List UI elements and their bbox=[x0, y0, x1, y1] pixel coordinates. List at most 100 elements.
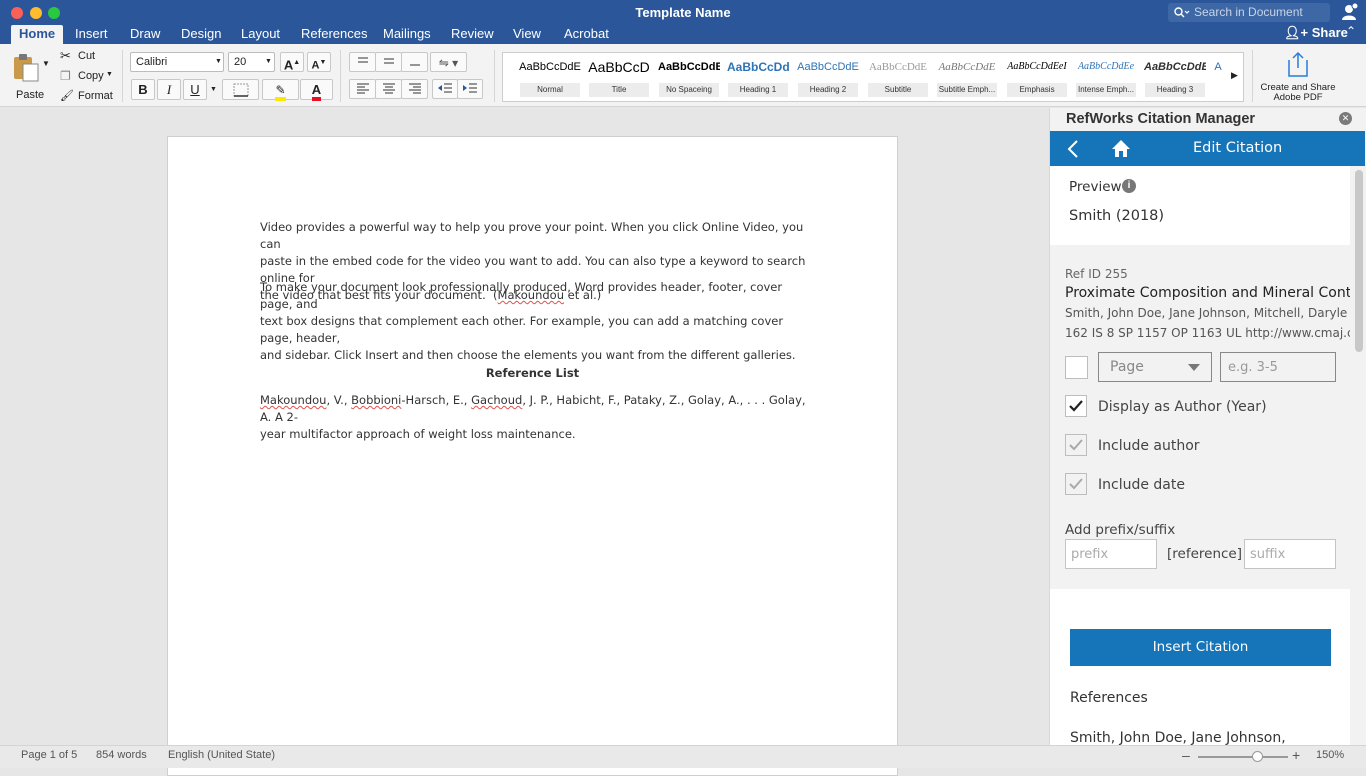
borders-button[interactable] bbox=[222, 79, 259, 100]
back-arrow-icon[interactable] bbox=[1067, 140, 1079, 158]
highlight-button[interactable]: ✎ bbox=[262, 79, 299, 101]
grow-font-button[interactable]: A▲ bbox=[280, 52, 304, 72]
scrollbar-thumb[interactable] bbox=[1355, 170, 1363, 352]
tab-references[interactable]: References bbox=[301, 25, 367, 44]
tab-insert[interactable]: Insert bbox=[75, 25, 108, 44]
zoom-level[interactable]: 150% bbox=[1316, 749, 1344, 761]
tab-layout[interactable]: Layout bbox=[241, 25, 280, 44]
reference-authors: Smith, John Doe, Jane Johnson, Mitchell,… bbox=[1065, 306, 1348, 320]
zoom-out-icon[interactable]: – bbox=[1182, 747, 1190, 763]
format-painter-button[interactable]: 🖌︎ Format bbox=[60, 89, 115, 105]
style-more-partial[interactable]: A bbox=[1211, 53, 1225, 101]
reference-list-heading[interactable]: Reference List bbox=[260, 365, 805, 382]
copy-label: Copy bbox=[78, 70, 104, 82]
suffix-input[interactable]: suffix bbox=[1244, 539, 1336, 569]
decrease-indent-button[interactable] bbox=[432, 79, 458, 99]
shrink-font-button[interactable]: A▼ bbox=[307, 52, 331, 72]
tab-view[interactable]: View bbox=[513, 25, 541, 44]
locator-type-select[interactable]: Page bbox=[1098, 352, 1212, 382]
text-line: To make your document look professionall… bbox=[260, 280, 783, 311]
align-left-button[interactable] bbox=[349, 79, 376, 99]
copy-button[interactable]: ❐ Copy ▼ bbox=[60, 69, 115, 85]
italic-button[interactable]: I bbox=[157, 79, 181, 100]
style-normal[interactable]: AaBbCcDdE Normal bbox=[519, 53, 581, 101]
style-preview: AaBbCcDdE bbox=[1144, 61, 1206, 73]
style-heading-3[interactable]: AaBbCcDdE Heading 3 bbox=[1144, 53, 1206, 101]
numbering-button[interactable] bbox=[375, 52, 402, 72]
tab-review[interactable]: Review bbox=[451, 25, 494, 44]
underline-button[interactable]: U bbox=[183, 79, 207, 100]
share-button[interactable]: 👤︎+ Share bbox=[1284, 25, 1348, 41]
search-document-input[interactable]: Search in Document bbox=[1168, 3, 1330, 22]
align-right-button[interactable] bbox=[401, 79, 428, 99]
tab-draw[interactable]: Draw bbox=[130, 25, 160, 44]
multilevel-list-button[interactable] bbox=[401, 52, 428, 72]
style-intense-emphasis[interactable]: AaBbCcDdEe Intense Emph... bbox=[1075, 53, 1137, 101]
locator-value-input[interactable]: e.g. 3-5 bbox=[1220, 352, 1336, 382]
locator-checkbox[interactable] bbox=[1065, 356, 1088, 379]
zoom-slider[interactable] bbox=[1198, 751, 1288, 762]
multilevel-list-icon bbox=[409, 64, 420, 66]
underline-dropdown-icon[interactable]: ▼ bbox=[210, 86, 217, 93]
document-page[interactable]: Video provides a powerful way to help yo… bbox=[167, 136, 898, 776]
language-status[interactable]: English (United State) bbox=[168, 749, 275, 761]
suffix-placeholder: suffix bbox=[1250, 547, 1286, 562]
insert-citation-button[interactable]: Insert Citation bbox=[1070, 629, 1331, 666]
prefix-input[interactable]: prefix bbox=[1065, 539, 1157, 569]
style-subtitle[interactable]: AaBbCcDdE Subtitle bbox=[867, 53, 929, 101]
tab-acrobat[interactable]: Acrobat bbox=[564, 25, 609, 44]
close-pane-icon[interactable]: ✕ bbox=[1339, 112, 1352, 125]
align-center-button[interactable] bbox=[375, 79, 402, 99]
zoom-in-icon[interactable]: + bbox=[1292, 747, 1300, 763]
include-author-checkbox[interactable] bbox=[1065, 434, 1087, 456]
tab-mailings[interactable]: Mailings bbox=[383, 25, 431, 44]
paragraph-2[interactable]: To make your document look professionall… bbox=[260, 279, 812, 364]
include-date-checkbox[interactable] bbox=[1065, 473, 1087, 495]
page-count[interactable]: Page 1 of 5 bbox=[21, 749, 77, 761]
pane-title: Edit Citation bbox=[1193, 140, 1283, 156]
font-size-select[interactable]: 20 ▼ bbox=[228, 52, 275, 72]
user-account-icon[interactable] bbox=[1341, 3, 1359, 21]
font-name-select[interactable]: Calibri ▼ bbox=[130, 52, 224, 72]
font-size-value: 20 bbox=[234, 56, 247, 68]
paste-button[interactable]: Paste bbox=[8, 50, 48, 101]
highlighter-icon: ✎ bbox=[275, 84, 286, 101]
gallery-next-icon[interactable]: ▶ bbox=[1231, 70, 1238, 81]
ref-text-1: , V., bbox=[326, 393, 352, 407]
bullets-button[interactable] bbox=[349, 52, 376, 72]
pane-scrollbar[interactable] bbox=[1352, 166, 1365, 745]
style-title[interactable]: AaBbCcD Title bbox=[588, 53, 650, 101]
increase-indent-button[interactable] bbox=[457, 79, 483, 99]
word-count[interactable]: 854 words bbox=[96, 749, 147, 761]
pane-nav-bar: Edit Citation bbox=[1050, 131, 1365, 166]
cut-button[interactable]: ✂ Cut bbox=[60, 48, 110, 65]
preview-label: Preview bbox=[1069, 179, 1122, 195]
collapse-ribbon-icon[interactable]: ⌃ bbox=[1346, 24, 1356, 38]
display-author-year-checkbox[interactable] bbox=[1065, 395, 1087, 417]
info-icon[interactable]: i bbox=[1122, 179, 1136, 193]
window-title: Template Name bbox=[635, 5, 731, 20]
paste-dropdown-icon[interactable]: ▼ bbox=[42, 59, 50, 68]
font-color-button[interactable]: A bbox=[300, 79, 333, 101]
include-author-label: Include author bbox=[1098, 438, 1200, 454]
create-share-pdf-button[interactable]: Create and Share Adobe PDF bbox=[1258, 49, 1338, 103]
tab-design[interactable]: Design bbox=[181, 25, 221, 44]
style-no-spacing[interactable]: AaBbCcDdE No Spaceing bbox=[658, 53, 720, 101]
reference-item[interactable]: Smith, John Doe, Jane Johnson, bbox=[1070, 730, 1286, 745]
sort-button[interactable]: ⇋ ▾ bbox=[430, 52, 467, 72]
bold-button[interactable]: B bbox=[131, 79, 155, 100]
style-subtitle-emphasis[interactable]: AaBbCcDdE Subtitle Emph... bbox=[936, 53, 998, 101]
reference-details: 162 IS 8 SP 1157 OP 1163 UL http://www.c… bbox=[1065, 326, 1350, 340]
home-icon[interactable] bbox=[1111, 139, 1131, 158]
style-heading-2[interactable]: AaBbCcDdE Heading 2 bbox=[797, 53, 859, 101]
style-heading-1[interactable]: AaBbCcDd Heading 1 bbox=[727, 53, 789, 101]
tab-home[interactable]: Home bbox=[11, 25, 64, 44]
text-line: Makoundou, V., Bobbioni-Harsch, E., Gach… bbox=[260, 392, 812, 426]
decrease-indent-icon bbox=[438, 83, 452, 93]
reference-title: Proximate Composition and Mineral Cont..… bbox=[1065, 285, 1350, 301]
zoom-slider-thumb[interactable] bbox=[1251, 751, 1263, 762]
reference-entry[interactable]: Makoundou, V., Bobbioni-Harsch, E., Gach… bbox=[260, 392, 812, 443]
style-emphasis[interactable]: AaBbCcDdEeI Emphasis bbox=[1006, 53, 1068, 101]
style-preview: AaBbCcDdE bbox=[938, 61, 996, 73]
pane-header-title: RefWorks Citation Manager bbox=[1066, 111, 1256, 127]
